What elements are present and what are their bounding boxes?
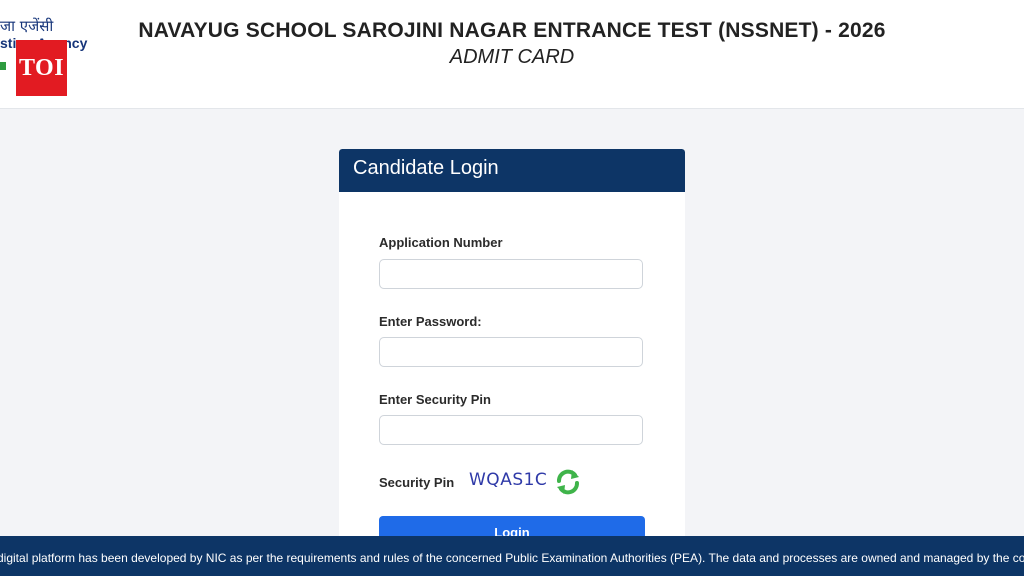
security-pin-input[interactable]: [379, 415, 643, 445]
security-pin-label: Security Pin: [379, 475, 455, 490]
page-header: जा एजेंसी sting Agency TOI NAVAYUG SCHOO…: [0, 0, 1024, 109]
application-number-label: Application Number: [379, 235, 503, 250]
footer-disclaimer: digital platform has been developed by N…: [0, 536, 1024, 576]
security-pin-input-label: Enter Security Pin: [379, 392, 491, 407]
page-title: NAVAYUG SCHOOL SAROJINI NAGAR ENTRANCE T…: [138, 19, 886, 42]
login-card-header: Candidate Login: [339, 149, 685, 192]
password-label: Enter Password:: [379, 314, 482, 329]
password-input[interactable]: [379, 337, 643, 367]
security-pin-row: Security Pin WQAS1C: [379, 469, 649, 495]
refresh-icon[interactable]: [555, 469, 581, 495]
captcha-code: WQAS1C: [469, 470, 548, 490]
footer-text: digital platform has been developed by N…: [0, 551, 1024, 565]
page-subtitle: ADMIT CARD: [449, 46, 575, 68]
application-number-input[interactable]: [379, 259, 643, 289]
login-card: Candidate Login Application Number Enter…: [339, 149, 685, 549]
